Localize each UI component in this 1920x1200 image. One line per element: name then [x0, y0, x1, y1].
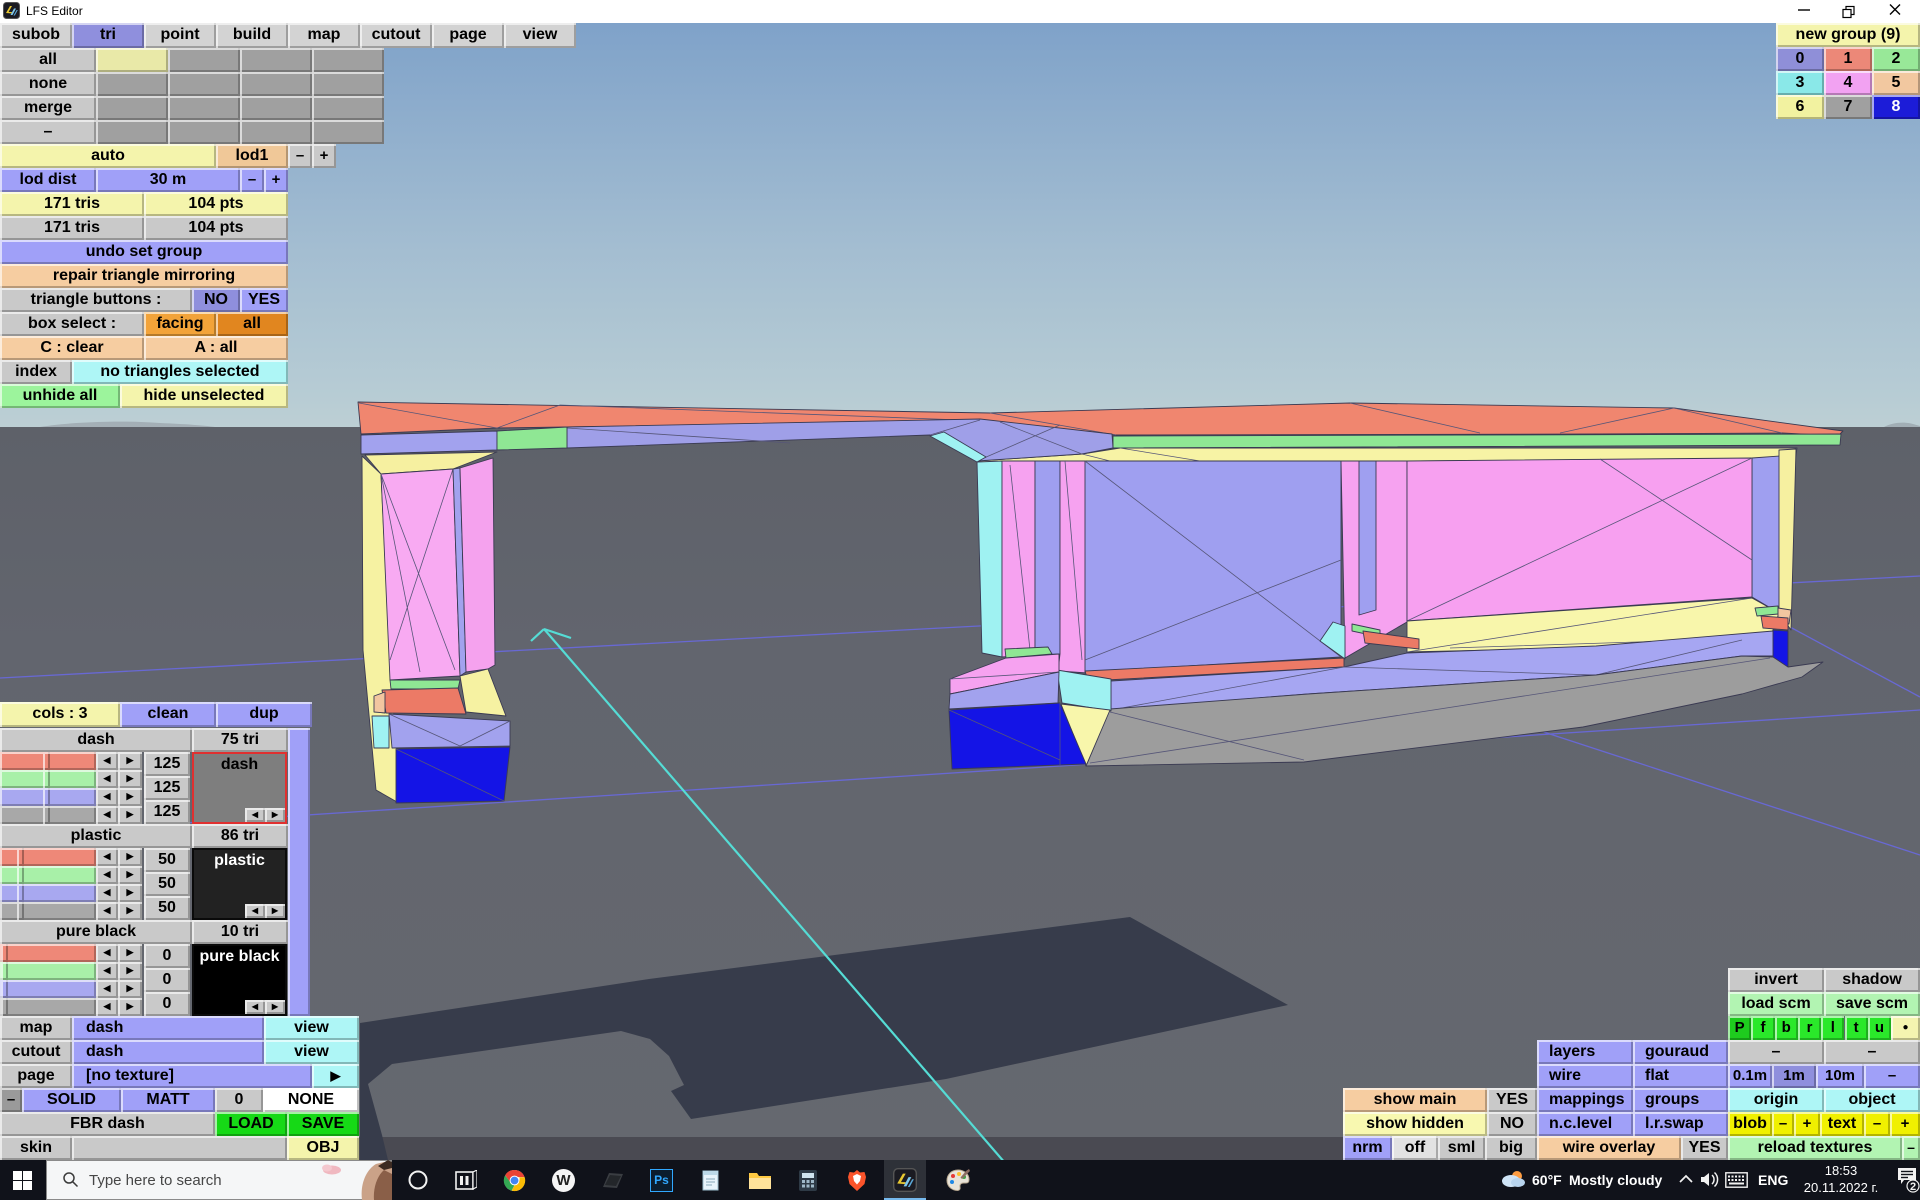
svg-text:2: 2	[1910, 1181, 1916, 1193]
